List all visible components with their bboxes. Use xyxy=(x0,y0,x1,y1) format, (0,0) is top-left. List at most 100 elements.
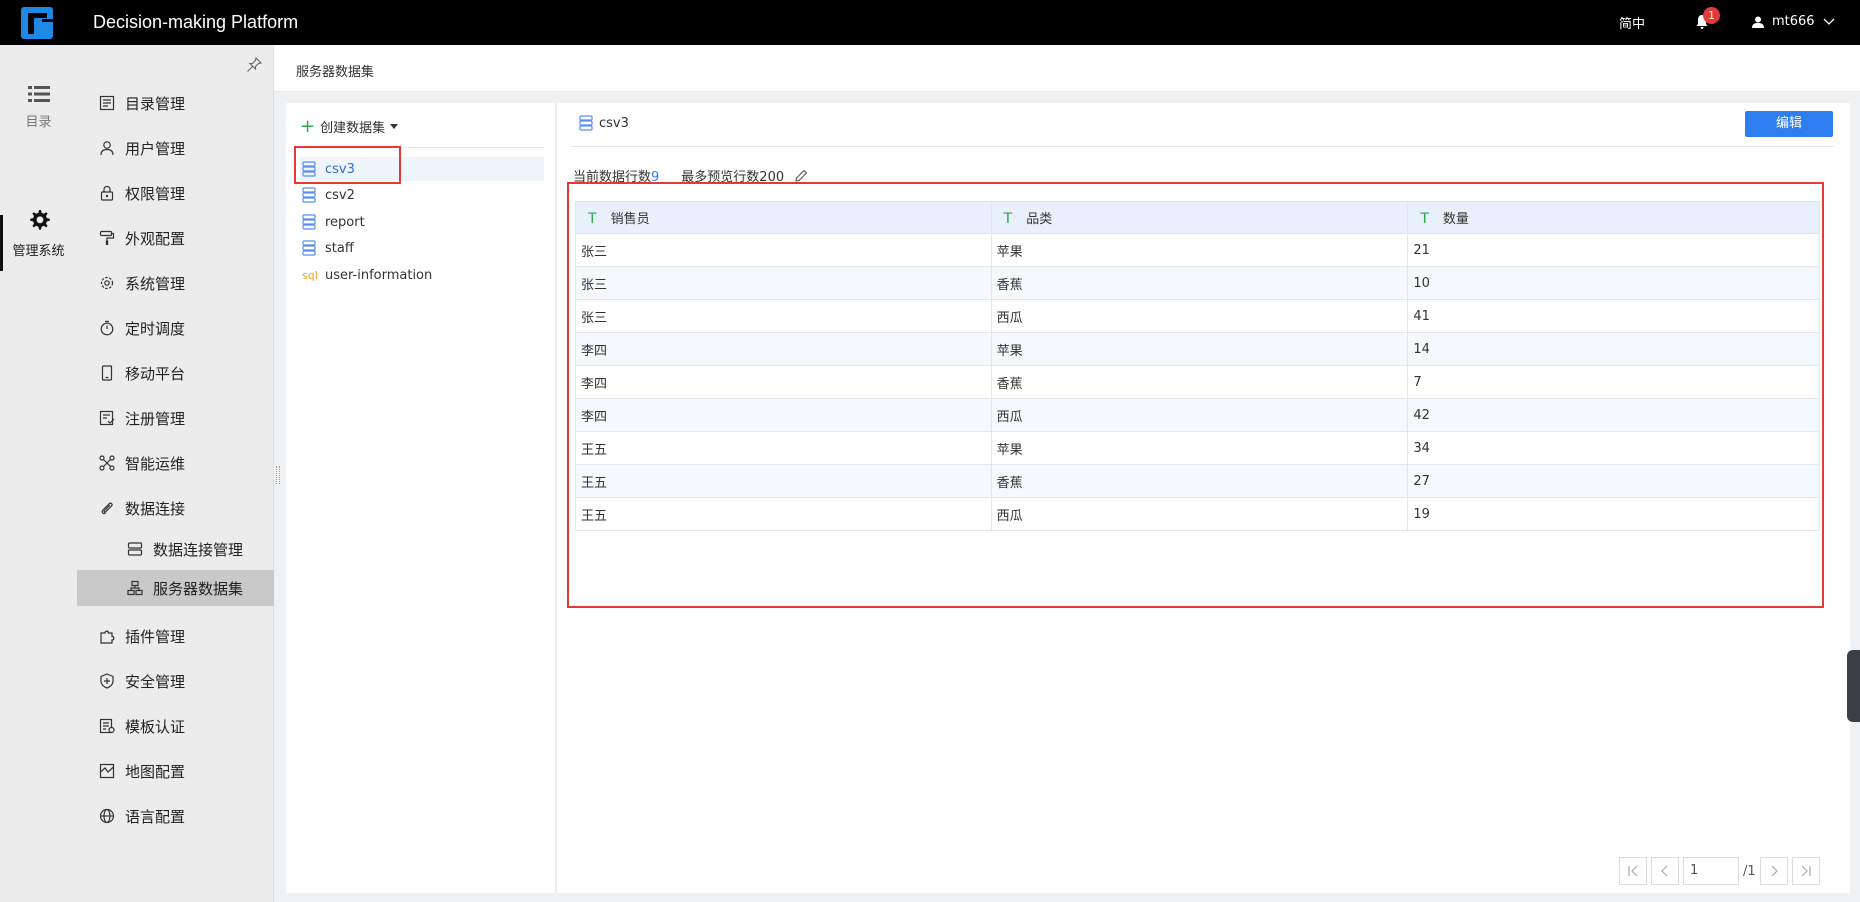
rail-catalog[interactable]: 目录 xyxy=(0,85,77,130)
menu-item-system[interactable]: 系统管理 xyxy=(99,264,269,302)
globe-icon xyxy=(99,808,115,824)
menu-item-label: 移动平台 xyxy=(125,364,186,383)
menu-item-label: 外观配置 xyxy=(125,229,186,248)
menu-item-ops[interactable]: 智能运维 xyxy=(99,444,269,482)
pencil-icon[interactable] xyxy=(794,169,808,183)
platform-title: Decision-making Platform xyxy=(93,12,299,32)
admin-menu: 目录管理 用户管理 权限管理 外观配置 系统管理 定时调度 移动平台 注册管理 … xyxy=(77,45,274,902)
shield-icon xyxy=(100,673,114,689)
dataset-item[interactable]: csv2 xyxy=(300,183,544,207)
map-icon xyxy=(99,763,115,779)
menu-item-schedule[interactable]: 定时调度 xyxy=(99,309,269,347)
table-dataset-icon xyxy=(302,240,316,256)
menu-item-plugins[interactable]: 插件管理 xyxy=(99,617,269,655)
menu-item-mobile[interactable]: 移动平台 xyxy=(99,354,269,392)
register-icon xyxy=(99,410,115,426)
menu-item-label: 地图配置 xyxy=(125,762,186,781)
menu-item-appearance[interactable]: 外观配置 xyxy=(99,219,269,257)
puzzle-icon xyxy=(100,630,115,644)
highlight-box-selected-dataset xyxy=(294,146,401,184)
notification-badge: 1 xyxy=(1703,7,1720,24)
dataset-item[interactable]: sql user-information xyxy=(300,263,544,287)
menu-item-label: 定时调度 xyxy=(125,319,186,338)
dataset-icon xyxy=(127,580,143,596)
sql-icon: sql xyxy=(302,268,318,282)
menu-item-label: 安全管理 xyxy=(125,672,186,691)
resize-handle[interactable] xyxy=(276,466,280,484)
menu-item-label: 插件管理 xyxy=(125,627,186,646)
language-switch[interactable]: 简中 xyxy=(1619,13,1645,32)
menu-item-label: 智能运维 xyxy=(125,454,186,473)
timer-icon xyxy=(100,320,114,336)
pagination: 1 /1 xyxy=(1619,857,1820,885)
chevron-right-icon xyxy=(1771,865,1778,877)
menu-sub-label: 服务器数据集 xyxy=(153,579,244,598)
create-dataset-button[interactable]: + 创建数据集 xyxy=(300,115,399,137)
nodes-icon xyxy=(99,455,115,471)
chevron-down-icon xyxy=(1823,18,1835,25)
rail-admin-label: 管理系统 xyxy=(12,244,65,259)
last-page-icon xyxy=(1801,865,1811,877)
user-menu[interactable]: mt666 xyxy=(1752,14,1835,29)
menu-item-label: 权限管理 xyxy=(125,184,186,203)
dataset-name: csv2 xyxy=(325,187,355,203)
list-icon xyxy=(27,86,50,102)
menu-sub-connection-management[interactable]: 数据连接管理 xyxy=(77,531,274,567)
page-input[interactable]: 1 xyxy=(1683,857,1739,885)
dataset-item[interactable]: report xyxy=(300,210,544,234)
prev-page-button[interactable] xyxy=(1651,857,1679,885)
divider xyxy=(571,146,1834,147)
paperclip-icon xyxy=(101,502,113,515)
menu-item-map[interactable]: 地图配置 xyxy=(99,752,269,790)
dataset-name: report xyxy=(325,214,365,230)
gear-icon xyxy=(29,210,50,230)
mobile-icon xyxy=(101,365,113,381)
user-icon xyxy=(100,141,114,156)
preview-title: csv3 xyxy=(579,115,629,131)
menu-item-register[interactable]: 注册管理 xyxy=(99,399,269,437)
menu-item-label: 数据连接 xyxy=(125,499,186,518)
template-icon xyxy=(99,718,115,734)
top-bar: Decision-making Platform 简中 1 mt666 xyxy=(0,0,1860,45)
last-page-button[interactable] xyxy=(1791,857,1820,885)
menu-item-security[interactable]: 安全管理 xyxy=(99,662,269,700)
menu-item-label: 模板认证 xyxy=(125,717,186,736)
menu-item-label: 注册管理 xyxy=(125,409,186,428)
highlight-box-preview-table xyxy=(567,182,1824,608)
first-page-button[interactable] xyxy=(1619,857,1647,885)
db-server-icon xyxy=(127,542,143,556)
menu-item-permissions[interactable]: 权限管理 xyxy=(99,174,269,212)
table-dataset-icon xyxy=(302,214,316,230)
table-dataset-icon xyxy=(579,115,593,131)
menu-item-data-connection[interactable]: 数据连接 xyxy=(99,489,269,527)
menu-item-label: 语言配置 xyxy=(125,807,186,826)
menu-item-label: 系统管理 xyxy=(125,274,186,293)
breadcrumb: 服务器数据集 xyxy=(274,45,1860,92)
rail-admin[interactable]: 管理系统 xyxy=(0,208,77,259)
edit-button[interactable]: 编辑 xyxy=(1745,111,1833,137)
lock-icon xyxy=(100,185,114,201)
username: mt666 xyxy=(1772,14,1815,29)
chevron-left-icon xyxy=(1661,865,1668,877)
menu-sub-label: 数据连接管理 xyxy=(153,540,244,559)
plus-icon: + xyxy=(300,115,316,137)
catalog-icon xyxy=(99,95,115,111)
rail-catalog-label: 目录 xyxy=(25,115,52,130)
nav-rail: 目录 管理系统 xyxy=(0,45,77,902)
dataset-list-panel: + 创建数据集 csv3 csv2 report staff sql user-… xyxy=(286,103,556,893)
side-widget-handle[interactable] xyxy=(1847,650,1860,722)
menu-item-users[interactable]: 用户管理 xyxy=(99,129,269,167)
dataset-item[interactable]: staff xyxy=(300,236,544,260)
first-page-icon xyxy=(1628,865,1638,877)
platform-logo[interactable] xyxy=(21,7,53,39)
menu-item-language[interactable]: 语言配置 xyxy=(99,797,269,835)
pin-icon[interactable] xyxy=(246,57,262,73)
page-total: /1 xyxy=(1743,863,1756,879)
next-page-button[interactable] xyxy=(1759,857,1788,885)
menu-item-template-auth[interactable]: 模板认证 xyxy=(99,707,269,745)
menu-item-label: 目录管理 xyxy=(125,94,186,113)
dataset-name: user-information xyxy=(325,267,433,283)
menu-sub-server-dataset[interactable]: 服务器数据集 xyxy=(77,570,274,606)
gear-icon xyxy=(100,276,114,290)
menu-item-catalog[interactable]: 目录管理 xyxy=(99,84,269,122)
